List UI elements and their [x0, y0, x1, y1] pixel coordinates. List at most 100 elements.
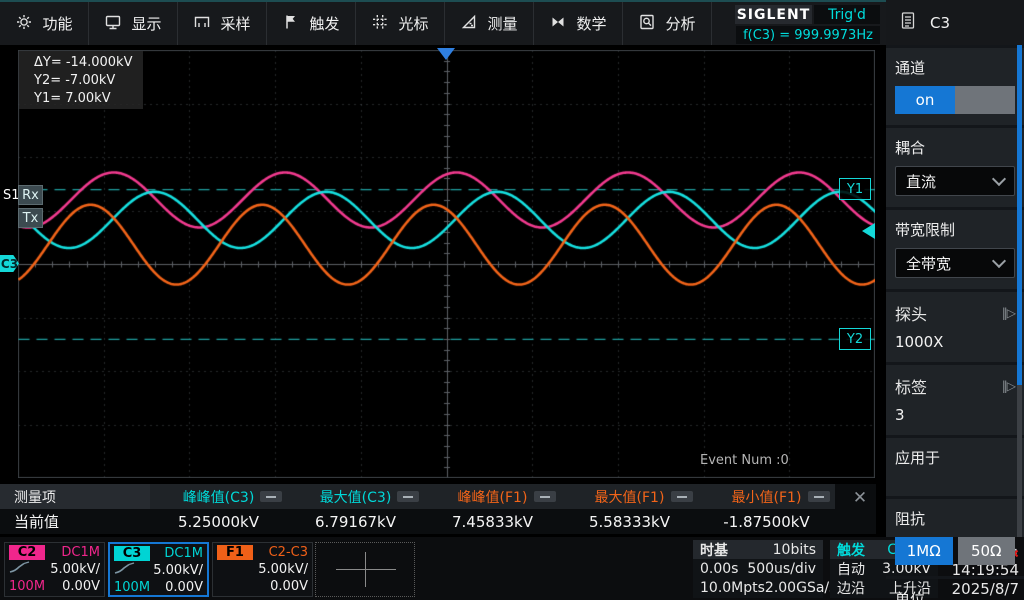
measurement-column: 峰峰值(F1) 7.45833kV: [424, 484, 561, 534]
unit-section: 单位 V A: [886, 576, 1024, 600]
cursor-y2-value: Y2= -7.00kV: [34, 73, 116, 88]
plus-icon: [336, 569, 396, 570]
add-channel-button[interactable]: [315, 542, 415, 597]
menu-item-label: 触发: [309, 15, 340, 33]
expand-icon[interactable]: ‖▷: [1002, 306, 1016, 320]
menu-item-label: 测量: [487, 15, 518, 33]
plot-area: ΔY= -14.000kV Y2= -7.00kV Y1= 7.00kV S1 …: [0, 45, 886, 484]
probe-icon: [9, 561, 31, 578]
trigger-icon: [282, 13, 300, 35]
coupling-label: 耦合: [895, 139, 926, 157]
menu-item-label: 数学: [576, 15, 607, 33]
menu-item-trigger[interactable]: 触发: [267, 2, 356, 45]
bandwidth-label: 带宽限制: [895, 221, 956, 239]
probe-label: 探头: [895, 305, 928, 324]
channel-off-button[interactable]: [955, 86, 1015, 114]
coupling-select[interactable]: 直流: [895, 166, 1015, 196]
measurement-column: 最大值(F1) 5.58333kV: [561, 484, 698, 534]
impedance-50ohm-button[interactable]: 50Ω: [957, 537, 1015, 565]
menu-item-label: 分析: [665, 15, 696, 33]
measurement-label-column: 测量项 当前值: [0, 484, 150, 534]
measurement-header: 峰峰值(C3): [182, 489, 255, 506]
channel-badge: C2: [9, 545, 45, 560]
menu-item-measure[interactable]: 测量: [445, 2, 534, 45]
menu-item-display[interactable]: 显示: [89, 2, 178, 45]
menu-item-function[interactable]: 功能: [0, 2, 89, 45]
tag-value[interactable]: 3: [895, 406, 1015, 424]
tx-label-badge[interactable]: Tx: [18, 208, 43, 228]
waveform-display[interactable]: [18, 50, 875, 478]
trigger-mode: 自动: [837, 561, 865, 578]
y2-cursor-label[interactable]: Y2: [839, 328, 871, 350]
channel-coupling: C2-C3: [268, 545, 308, 560]
remove-measurement-button[interactable]: [397, 491, 419, 502]
measurement-value: 7.45833kV: [452, 512, 533, 531]
measurement-header: 最小值(F1): [731, 489, 802, 506]
impedance-1mohm-button[interactable]: 1MΩ: [895, 537, 953, 565]
sidebar-scrollbar[interactable]: [1017, 45, 1022, 537]
menu-item-label: 光标: [398, 15, 429, 33]
memory-depth: 10.0Mpts: [700, 579, 765, 596]
chevron-down-icon: [991, 171, 1007, 187]
coupling-value: 直流: [906, 172, 937, 191]
expand-icon[interactable]: ‖▷: [1002, 379, 1016, 393]
timebase-box[interactable]: 时基 10bits 0.00s 500us/div 10.0Mpts 2.00G…: [693, 540, 836, 598]
menu-item-math[interactable]: 数学: [534, 2, 623, 45]
adc-bits: 10bits: [772, 541, 816, 558]
scrollbar-thumb[interactable]: [1017, 45, 1022, 385]
measurement-column: 峰峰值(C3) 5.25000kV: [150, 484, 287, 534]
c3-offset-marker[interactable]: C3: [0, 255, 19, 272]
channel-box-c3[interactable]: C3 DC1M 5.00kV/100M 0.00V: [108, 542, 209, 597]
measurement-header: 峰峰值(F1): [457, 489, 528, 506]
bandwidth-select[interactable]: 全带宽: [895, 248, 1015, 278]
remove-measurement-button[interactable]: [671, 491, 693, 502]
menu-item-label: 显示: [131, 15, 162, 33]
analysis-icon: [638, 13, 656, 35]
measurement-item-label: 测量项: [0, 484, 150, 509]
menu-item-cursor[interactable]: 光标: [356, 2, 445, 45]
bandwidth-value: 全带宽: [906, 254, 952, 273]
menu-item-analysis[interactable]: 分析: [623, 2, 712, 45]
channel-label: 通道: [895, 59, 926, 77]
channel-box-f1[interactable]: F1 C2-C3 5.00kV/0.00V: [212, 542, 313, 597]
function-icon: [15, 13, 33, 35]
channel-box-c2[interactable]: C2 DC1M 5.00kV/100M 0.00V: [4, 542, 105, 597]
channel-badge: C3: [114, 546, 150, 561]
timebase-scale: 500us/div: [747, 560, 816, 577]
measurement-current-label: 当前值: [14, 513, 60, 531]
rx-label-badge[interactable]: Rx: [18, 185, 43, 205]
channel-coupling: DC1M: [164, 546, 203, 561]
remove-measurement-button[interactable]: [808, 491, 830, 502]
measurement-bar: 测量项 当前值 峰峰值(C3) 5.25000kV 最大值(C3) 6.79167kV…: [0, 484, 876, 534]
apply-to-label: 应用于: [895, 449, 941, 467]
measurement-value: 5.25000kV: [178, 512, 259, 531]
oscilloscope-screen: 功能 显示 采样 触发 光标 测量 数学 分析 SIGLENT Trig'd f(C3) = …: [0, 0, 1024, 600]
cursor-y1-value: Y1= 7.00kV: [34, 91, 111, 106]
probe-value[interactable]: 1000X: [895, 333, 1015, 351]
timebase-delay: 0.00s: [700, 560, 739, 577]
trigger-type: 边沿: [837, 580, 865, 597]
measurement-header: 最大值(F1): [594, 489, 665, 506]
timebase-title: 时基: [700, 542, 728, 559]
y1-cursor-label[interactable]: Y1: [839, 178, 871, 200]
channel-on-button[interactable]: on: [895, 86, 955, 114]
menu-item-label: 功能: [42, 15, 73, 33]
remove-measurement-button[interactable]: [534, 491, 556, 502]
channel-scale: 5.00kV/: [153, 563, 203, 578]
event-num-readout: Event Num :0: [700, 453, 789, 468]
cursor-icon: [371, 13, 389, 35]
probe-section: 探头 ‖▷ 1000X: [886, 289, 1024, 362]
acquire-icon: [193, 13, 211, 35]
menu-item-acquire[interactable]: 采样: [178, 2, 267, 45]
channel-scale: 5.00kV/: [50, 562, 100, 577]
chevron-down-icon: [991, 253, 1007, 269]
measurement-column: 最小值(F1) -1.87500kV: [698, 484, 835, 534]
cursor-delta-y: ΔY= -14.000kV: [34, 55, 133, 70]
trigger-position-marker[interactable]: [437, 48, 455, 60]
channel-offset: 0.00V: [62, 579, 100, 594]
channel-badge: F1: [217, 545, 253, 560]
trigger-level-marker[interactable]: [862, 223, 875, 239]
close-measurements-button[interactable]: ✕: [850, 488, 870, 508]
sample-rate: 2.00GSa/s: [764, 579, 837, 596]
remove-measurement-button[interactable]: [260, 491, 282, 502]
